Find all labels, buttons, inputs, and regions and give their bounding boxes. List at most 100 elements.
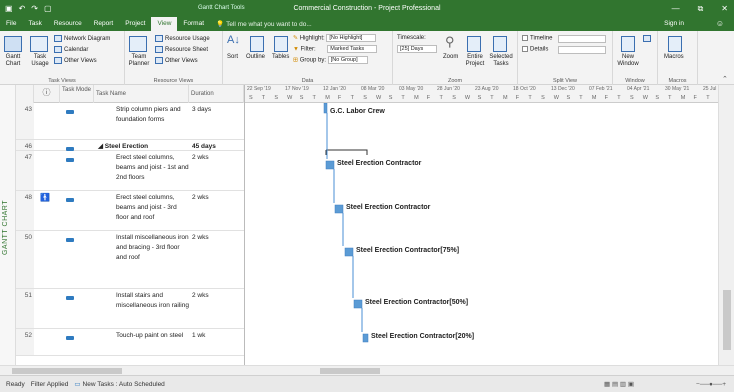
entire-project-button[interactable]: Entire Project — [463, 54, 487, 68]
duration-cell[interactable]: 2 wks — [190, 231, 242, 245]
share-icon[interactable]: ☺ — [716, 17, 724, 31]
timescale-select[interactable]: [25] Days — [397, 45, 437, 53]
team-planner-icon[interactable] — [129, 36, 147, 52]
zoom-icon[interactable]: ⚲ — [445, 34, 455, 50]
resource-sheet-button[interactable]: Resource Sheet — [155, 46, 208, 53]
task-name-header[interactable]: Task Name — [94, 85, 189, 103]
tab-format[interactable]: Format — [177, 17, 210, 31]
tab-view[interactable]: View — [151, 17, 178, 31]
filter-select[interactable]: Marked Tasks — [327, 45, 378, 53]
other-views-button[interactable]: Other Views — [54, 57, 97, 64]
duration-cell[interactable]: 2 wks — [190, 191, 242, 205]
task-name-cell[interactable]: Install stairs and miscellaneous iron ra… — [114, 289, 192, 313]
resource-usage-button[interactable]: Resource Usage — [155, 35, 210, 42]
task-name-cell[interactable]: Install miscellaneous iron and bracing -… — [114, 231, 192, 265]
outline-icon[interactable] — [250, 36, 264, 52]
entire-project-icon[interactable] — [467, 36, 481, 52]
tab-resource[interactable]: Resource — [48, 17, 88, 31]
tables-icon[interactable] — [274, 36, 288, 52]
row-id[interactable]: 48 — [16, 191, 34, 230]
task-name-cell[interactable]: Touch-up paint on steel — [114, 329, 192, 343]
horizontal-scrollbar[interactable] — [0, 365, 734, 375]
task-bar[interactable] — [353, 299, 363, 309]
tab-report[interactable]: Report — [88, 17, 120, 31]
new-window-icon[interactable] — [621, 36, 635, 52]
tab-project[interactable]: Project — [119, 17, 151, 31]
task-mode-header[interactable]: Task Mode — [60, 85, 94, 103]
table-row[interactable]: 46 ◢ Steel Erection 45 days — [16, 140, 244, 151]
task-bar[interactable] — [362, 333, 369, 343]
duration-cell[interactable]: 3 days — [190, 103, 242, 117]
timescale-minor-label: T — [350, 95, 354, 101]
task-name-cell[interactable]: Erect steel columns, beams and joist - 3… — [114, 191, 192, 225]
status-new-tasks[interactable]: New Tasks : Auto Scheduled — [83, 381, 165, 388]
row-id[interactable]: 46 — [16, 140, 34, 150]
selected-tasks-icon[interactable] — [493, 36, 507, 52]
restore-button[interactable]: ⧉ — [698, 4, 704, 14]
select-all-cell[interactable] — [16, 85, 34, 103]
team-planner-button[interactable]: Team Planner — [125, 54, 153, 68]
zoom-slider[interactable]: −──●──+ — [696, 381, 726, 388]
duration-cell[interactable]: 1 wk — [190, 329, 242, 343]
task-usage-icon[interactable] — [30, 36, 48, 52]
selected-tasks-button[interactable]: Selected Tasks — [487, 54, 515, 68]
resource-other-views-button[interactable]: Other Views — [155, 57, 198, 64]
table-scroll-thumb[interactable] — [12, 368, 122, 374]
task-bar[interactable] — [344, 247, 354, 257]
new-window-button[interactable]: New Window — [615, 54, 641, 68]
row-id[interactable]: 50 — [16, 231, 34, 288]
details-checkbox[interactable] — [522, 46, 528, 52]
task-name-cell[interactable]: Erect steel columns, beams and joist - 1… — [114, 151, 192, 185]
tables-button[interactable]: Tables — [272, 54, 289, 60]
zoom-button[interactable]: Zoom — [443, 54, 458, 60]
macros-icon[interactable] — [668, 36, 682, 52]
indicators-header[interactable]: ⓘ — [34, 85, 60, 103]
tab-task[interactable]: Task — [22, 17, 47, 31]
collapse-ribbon-icon[interactable]: ⌃ — [722, 75, 728, 83]
timescale-major-label: 23 Aug '20 — [475, 86, 499, 92]
row-id[interactable]: 52 — [16, 329, 34, 355]
vertical-scrollbar[interactable] — [718, 85, 734, 365]
close-button[interactable]: ✕ — [721, 4, 728, 13]
task-bar[interactable] — [325, 160, 335, 170]
outline-button[interactable]: Outline — [246, 54, 265, 60]
duration-cell[interactable]: 2 wks — [190, 151, 242, 165]
table-row[interactable]: 52 Touch-up paint on steel 1 wk — [16, 329, 244, 356]
duration-header[interactable]: Duration — [189, 85, 244, 103]
table-row[interactable]: 50 Install miscellaneous iron and bracing… — [16, 231, 244, 289]
gantt-chart-icon[interactable] — [4, 36, 22, 52]
task-usage-button[interactable]: Task Usage — [27, 54, 53, 68]
group-select[interactable]: [No Group] — [327, 56, 368, 64]
task-name-cell[interactable]: Strip column piers and foundation forms — [114, 103, 192, 127]
row-id[interactable]: 47 — [16, 151, 34, 190]
table-row[interactable]: 51 Install stairs and miscellaneous iron … — [16, 289, 244, 329]
macros-button[interactable]: Macros — [664, 54, 684, 60]
highlight-select[interactable]: [No Highlight] — [326, 34, 377, 42]
timeline-checkbox[interactable] — [522, 35, 528, 41]
summary-bar[interactable] — [325, 149, 368, 155]
sort-icon[interactable]: A↓ — [227, 34, 240, 46]
tell-me-box[interactable]: Tell me what you want to do... — [226, 21, 312, 28]
vertical-scroll-thumb[interactable] — [723, 290, 731, 350]
timescale-minor-label: M — [503, 95, 508, 101]
gantt-chart-button[interactable]: Gantt Chart — [1, 54, 25, 68]
sign-in-link[interactable]: Sign in — [664, 17, 684, 31]
table-row[interactable]: 43 Strip column piers and foundation form… — [16, 103, 244, 140]
calendar-button[interactable]: Calendar — [54, 46, 88, 53]
duration-cell[interactable]: 2 wks — [190, 289, 242, 303]
row-id[interactable]: 43 — [16, 103, 34, 139]
details-select[interactable] — [558, 46, 606, 54]
task-bar[interactable] — [334, 204, 344, 214]
row-id[interactable]: 51 — [16, 289, 34, 328]
tab-file[interactable]: File — [0, 17, 22, 31]
task-bar[interactable] — [323, 103, 328, 114]
view-shortcuts[interactable]: ▦ ▤ ▥ ▣ — [604, 380, 634, 388]
sort-button[interactable]: Sort — [227, 54, 238, 60]
minimize-button[interactable]: — — [672, 4, 680, 13]
table-row[interactable]: 48 🚹 Erect steel columns, beams and joist … — [16, 191, 244, 231]
timeline-select[interactable] — [558, 35, 606, 43]
table-row[interactable]: 47 Erect steel columns, beams and joist -… — [16, 151, 244, 191]
network-diagram-button[interactable]: Network Diagram — [54, 35, 110, 42]
chart-scroll-thumb[interactable] — [320, 368, 380, 374]
window-extra-icon[interactable] — [643, 35, 653, 42]
